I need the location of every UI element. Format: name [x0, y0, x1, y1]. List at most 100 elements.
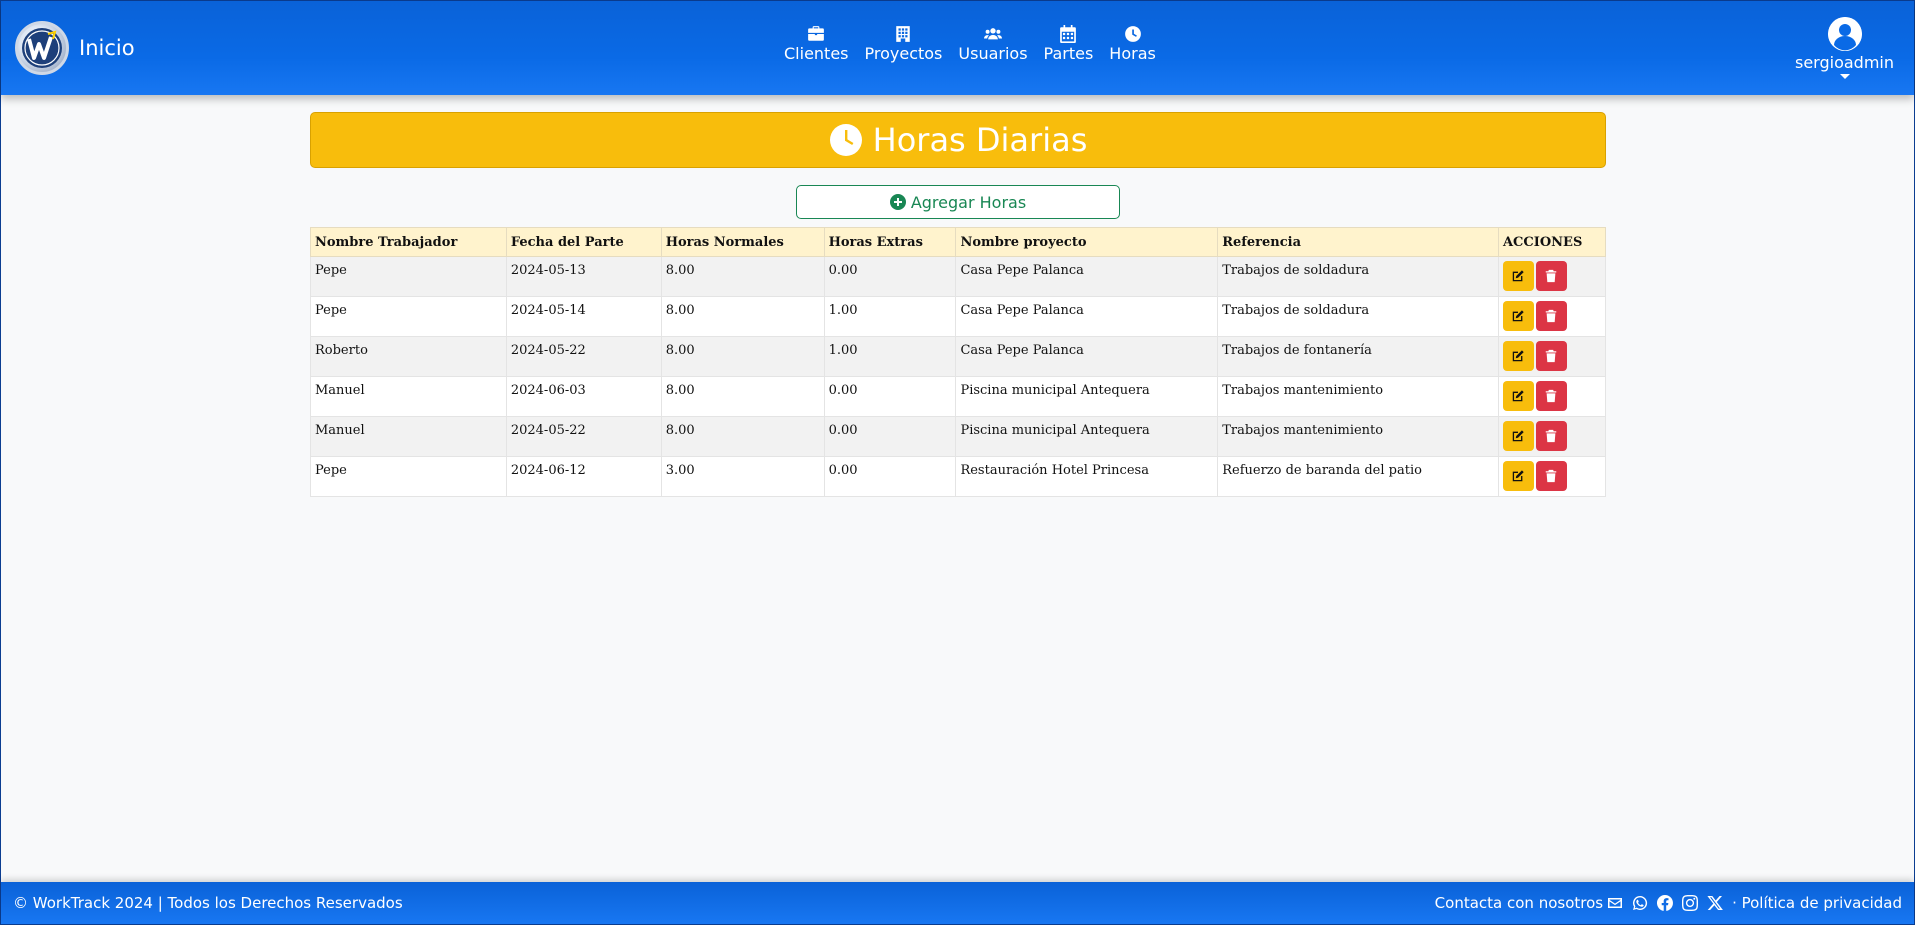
trash-icon	[1546, 309, 1557, 323]
row-actions	[1497, 256, 1607, 297]
column-header: Fecha del Parte	[505, 227, 662, 257]
edit-icon	[1513, 270, 1525, 282]
column-header: Nombre Trabajador	[310, 227, 507, 257]
nav-proyectos[interactable]: Proyectos	[857, 25, 951, 64]
nav-partes-label: Partes	[1043, 44, 1094, 63]
worktrack-logo	[15, 21, 69, 75]
table-cell: 2024-06-03	[505, 376, 662, 417]
table-row: Roberto 2024-05-22 8.00 1.00 Casa Pepe Palan…	[310, 336, 1607, 377]
hours-table: Nombre Trabajador Fecha del Parte Horas …	[310, 227, 1607, 497]
table-cell: Manuel	[310, 416, 507, 457]
table-cell: Roberto	[310, 336, 507, 377]
table-row: Pepe 2024-05-14 8.00 1.00 Casa Pepe Palanca T…	[310, 296, 1607, 337]
copyright-text: © WorkTrack 2024 | Todos los Derechos Re…	[13, 894, 403, 912]
trash-icon	[1546, 469, 1557, 483]
add-hours-button[interactable]: Agregar Horas	[796, 185, 1120, 219]
table-cell: Pepe	[310, 256, 507, 297]
instagram-icon[interactable]	[1682, 895, 1699, 911]
table-cell: 8.00	[660, 376, 825, 417]
table-row: Pepe 2024-06-12 3.00 0.00 Restauración Hotel…	[310, 456, 1607, 497]
row-actions	[1497, 416, 1607, 457]
row-actions	[1497, 456, 1607, 497]
delete-button[interactable]	[1535, 341, 1567, 371]
table-cell: 8.00	[660, 296, 825, 337]
table-cell: Trabajos de soldadura	[1217, 256, 1499, 297]
table-cell: 1.00	[823, 336, 957, 377]
nav-clientes[interactable]: Clientes	[776, 25, 857, 64]
table-cell: Restauración Hotel Princesa	[955, 456, 1219, 497]
delete-button[interactable]	[1535, 381, 1567, 411]
nav-usuarios-label: Usuarios	[958, 44, 1028, 63]
page-title: Horas Diarias	[872, 121, 1088, 159]
footer: © WorkTrack 2024 | Todos los Derechos Re…	[1, 882, 1914, 924]
whatsapp-icon[interactable]	[1632, 895, 1648, 911]
edit-icon	[1513, 310, 1525, 322]
edit-button[interactable]	[1502, 341, 1534, 371]
table-cell: Pepe	[310, 296, 507, 337]
nav-proyectos-label: Proyectos	[864, 44, 943, 63]
table-cell: 2024-06-12	[505, 456, 662, 497]
column-header: Horas Normales	[660, 227, 825, 257]
user-circle-icon	[1827, 17, 1862, 51]
delete-button[interactable]	[1535, 421, 1567, 451]
building-icon	[896, 26, 911, 42]
table-cell: 2024-05-14	[505, 296, 662, 337]
home-link[interactable]: Inicio	[15, 21, 135, 75]
row-actions	[1497, 336, 1607, 377]
edit-button[interactable]	[1502, 381, 1534, 411]
edit-button[interactable]	[1502, 301, 1534, 331]
nav-partes[interactable]: Partes	[1036, 25, 1102, 64]
column-header: ACCIONES	[1497, 227, 1607, 257]
trash-icon	[1546, 269, 1557, 283]
edit-icon	[1513, 350, 1525, 362]
table-cell: Trabajos de fontanería	[1217, 336, 1499, 377]
calendar-icon	[1060, 25, 1077, 43]
table-cell: Casa Pepe Palanca	[955, 256, 1219, 297]
trash-icon	[1546, 389, 1557, 403]
column-header: Nombre proyecto	[955, 227, 1219, 257]
column-header: Referencia	[1217, 227, 1499, 257]
delete-button[interactable]	[1535, 461, 1567, 491]
table-cell: Piscina municipal Antequera	[955, 416, 1219, 457]
table-cell: Manuel	[310, 376, 507, 417]
table-cell: 0.00	[823, 256, 957, 297]
table-cell: 8.00	[660, 416, 825, 457]
clock-icon	[1124, 26, 1141, 42]
table-cell: 2024-05-22	[505, 416, 662, 457]
add-hours-label: Agregar Horas	[910, 192, 1027, 212]
table-row: Manuel 2024-06-03 8.00 0.00 Piscina municipa…	[310, 376, 1607, 417]
users-icon	[983, 28, 1002, 40]
table-cell: 2024-05-22	[505, 336, 662, 377]
edit-button[interactable]	[1502, 261, 1534, 291]
table-cell: 0.00	[823, 416, 957, 457]
page-title-banner: Horas Diarias	[310, 112, 1606, 168]
contact-link[interactable]: Contacta con nosotros	[1435, 894, 1603, 912]
edit-icon	[1513, 390, 1525, 402]
table-cell: Casa Pepe Palanca	[955, 336, 1219, 377]
delete-button[interactable]	[1535, 261, 1567, 291]
table-row: Manuel 2024-05-22 8.00 0.00 Piscina municipa…	[310, 416, 1607, 457]
table-cell: Trabajos mantenimiento	[1217, 416, 1499, 457]
edit-icon	[1513, 430, 1525, 442]
nav-horas-label: Horas	[1109, 44, 1156, 63]
delete-button[interactable]	[1535, 301, 1567, 331]
edit-button[interactable]	[1502, 461, 1534, 491]
nav-usuarios[interactable]: Usuarios	[950, 25, 1035, 64]
x-twitter-icon[interactable]	[1707, 895, 1723, 911]
facebook-icon[interactable]	[1657, 895, 1674, 911]
trash-icon	[1546, 349, 1557, 363]
table-cell: 0.00	[823, 456, 957, 497]
main-nav: Clientes Proyectos Usuarios Partes Horas	[776, 25, 1164, 64]
edit-button[interactable]	[1502, 421, 1534, 451]
footer-links: Contacta con nosotros · Política de priv…	[1435, 894, 1902, 912]
table-cell: Casa Pepe Palanca	[955, 296, 1219, 337]
column-header: Horas Extras	[823, 227, 957, 257]
nav-horas[interactable]: Horas	[1101, 25, 1164, 64]
table-cell: Trabajos mantenimiento	[1217, 376, 1499, 417]
row-actions	[1497, 296, 1607, 337]
privacy-policy-link[interactable]: · Política de privacidad	[1732, 894, 1902, 912]
envelope-icon[interactable]	[1607, 895, 1623, 911]
table-cell: 2024-05-13	[505, 256, 662, 297]
user-menu-dropdown[interactable]: sergioadmin	[1795, 17, 1894, 79]
table-cell: Pepe	[310, 456, 507, 497]
